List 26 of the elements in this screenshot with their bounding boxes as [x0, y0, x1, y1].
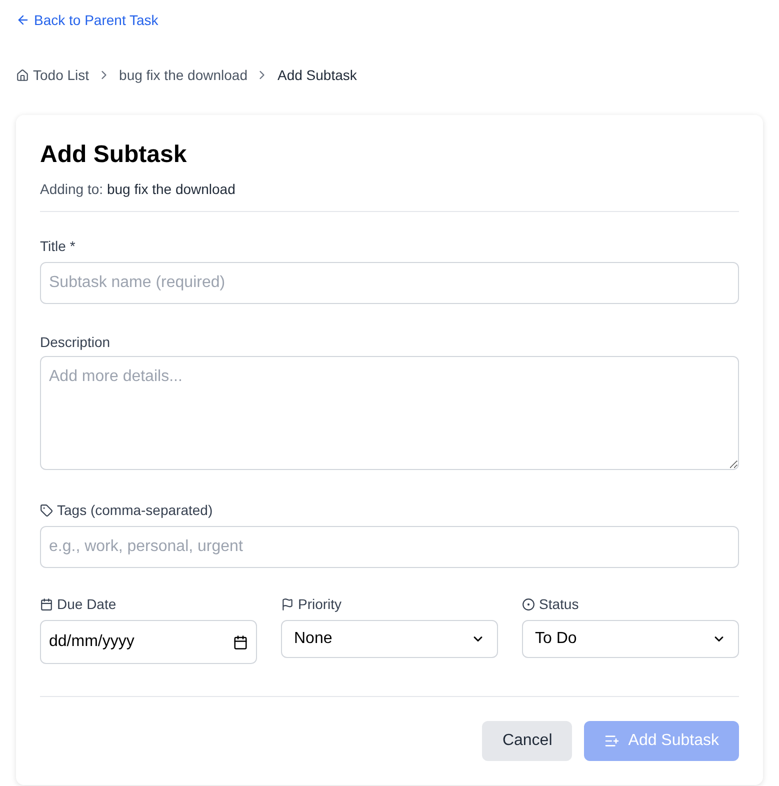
breadcrumb-current: Add Subtask: [277, 66, 357, 85]
cancel-button[interactable]: Cancel: [482, 721, 572, 761]
tag-icon: [40, 504, 53, 516]
due-date-label: Due Date: [57, 595, 116, 614]
form-title: Add Subtask: [40, 140, 188, 170]
priority-label: Priority: [298, 595, 342, 614]
status-select[interactable]: To Do: [522, 620, 739, 658]
description-label: Description: [40, 333, 112, 352]
description-textarea[interactable]: Add more details...: [40, 356, 739, 470]
status-label: Status: [539, 595, 579, 614]
home-icon: [16, 68, 29, 82]
priority-select[interactable]: None: [281, 620, 498, 658]
calendar-icon: [233, 634, 248, 650]
form-subtitle: Adding to: bug fix the download: [40, 180, 236, 199]
calendar-icon: [40, 598, 53, 610]
tags-label: Tags (comma-separated): [57, 501, 213, 520]
tags-input[interactable]: e.g., work, personal, urgent: [40, 526, 739, 568]
flag-icon: [281, 598, 294, 610]
title-label: Title *: [40, 237, 76, 256]
due-date-input[interactable]: dd/mm/yyyy: [40, 620, 257, 664]
title-input[interactable]: Subtask name (required): [40, 262, 739, 304]
breadcrumb-link[interactable]: bug fix the download: [119, 65, 248, 85]
back-link[interactable]: Back to Parent Task: [16, 10, 158, 30]
breadcrumb-link[interactable]: Todo List: [16, 65, 90, 85]
list-plus-icon: [604, 733, 620, 749]
status-icon: [522, 598, 535, 610]
